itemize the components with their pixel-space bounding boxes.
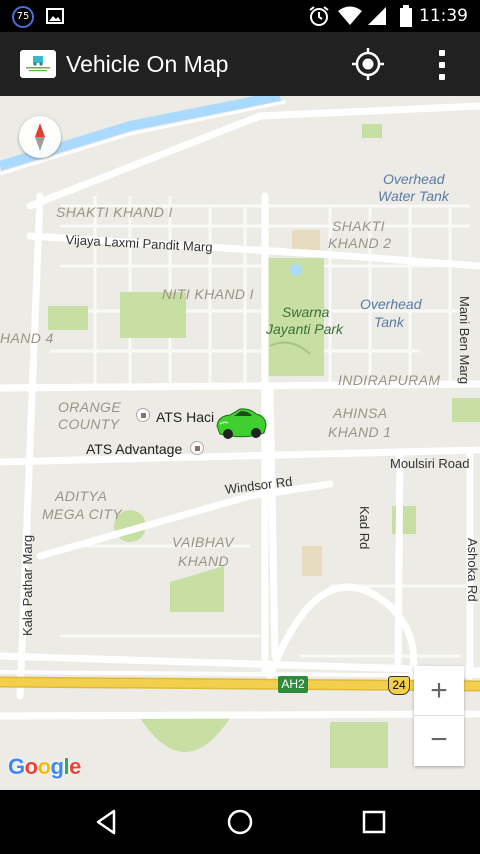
area-label: NITI KHAND I [162, 286, 254, 302]
poi-label[interactable]: ATS Haci [156, 409, 214, 425]
area-label: COUNTY [58, 416, 120, 432]
my-location-icon[interactable] [348, 44, 388, 84]
area-label: KHAND [178, 553, 230, 569]
water-label: Overhead [383, 171, 445, 187]
area-label: MEGA CITY [42, 506, 123, 522]
road-label: Kala Pathar Marg [20, 534, 35, 636]
wifi-icon [338, 6, 362, 25]
app-bar: Vehicle On Map [0, 32, 480, 96]
poi-marker-icon[interactable] [190, 441, 204, 455]
area-label: KHAND 2 [328, 235, 392, 251]
road-label: Moulsiri Road [390, 456, 470, 471]
google-logo: Google [8, 754, 81, 780]
area-label: SHAKTI [332, 218, 385, 234]
poi-marker-icon[interactable] [136, 408, 150, 422]
area-label: KHAND 1 [328, 424, 392, 440]
highway-shield-ah2: AH2 [278, 676, 308, 693]
recents-icon[interactable] [358, 806, 390, 838]
highway-shield-24: 24 [388, 676, 410, 695]
car-icon[interactable] [214, 406, 268, 442]
area-label: INDIRAPURAM [338, 372, 441, 388]
zoom-out-button[interactable]: − [414, 716, 464, 766]
area-label: ADITYA [55, 488, 108, 504]
area-label: HAND 4 [0, 330, 54, 346]
google-logo-letter: g [50, 754, 64, 779]
navigation-bar [0, 790, 480, 854]
area-label: SHAKTI KHAND I [56, 204, 173, 220]
compass-button[interactable] [19, 116, 61, 158]
home-icon[interactable] [224, 806, 256, 838]
zoom-controls: + − [414, 666, 464, 766]
map-view[interactable]: SHAKTI KHAND I SHAKTI KHAND 2 NITI KHAND… [0, 96, 480, 790]
google-logo-letter: o [24, 754, 38, 779]
image-icon [46, 8, 64, 24]
road-label: Kad Rd [357, 506, 372, 550]
road-label: Mani Ben Marg [457, 296, 472, 385]
google-logo-letter: e [69, 754, 81, 779]
park-label: Swarna [282, 304, 330, 320]
zoom-in-button[interactable]: + [414, 666, 464, 716]
battery-icon [400, 5, 412, 27]
poi-label[interactable]: ATS Advantage [86, 441, 182, 457]
google-logo-letter: o [37, 754, 51, 779]
area-label: VAIBHAV [172, 534, 234, 550]
water-label: Tank [374, 314, 404, 330]
water-label: Overhead [360, 296, 422, 312]
signal-icon [368, 7, 386, 25]
park-label: Jayanti Park [266, 321, 344, 337]
back-icon[interactable] [90, 806, 122, 838]
status-bar: 75 11:39 [0, 0, 480, 32]
road-label: Ashoka Rd [465, 538, 480, 602]
status-time: 11:39 [419, 6, 468, 26]
notification-badge: 75 [12, 6, 34, 28]
compass-icon [35, 123, 45, 151]
area-label: ORANGE [58, 399, 122, 415]
app-logo [20, 50, 56, 78]
google-logo-letter: G [8, 754, 25, 779]
alarm-icon [309, 6, 329, 26]
water-label: Water Tank [378, 188, 449, 204]
area-label: AHINSA [333, 405, 388, 421]
more-vert-icon[interactable] [430, 44, 454, 84]
page-title: Vehicle On Map [66, 51, 229, 77]
